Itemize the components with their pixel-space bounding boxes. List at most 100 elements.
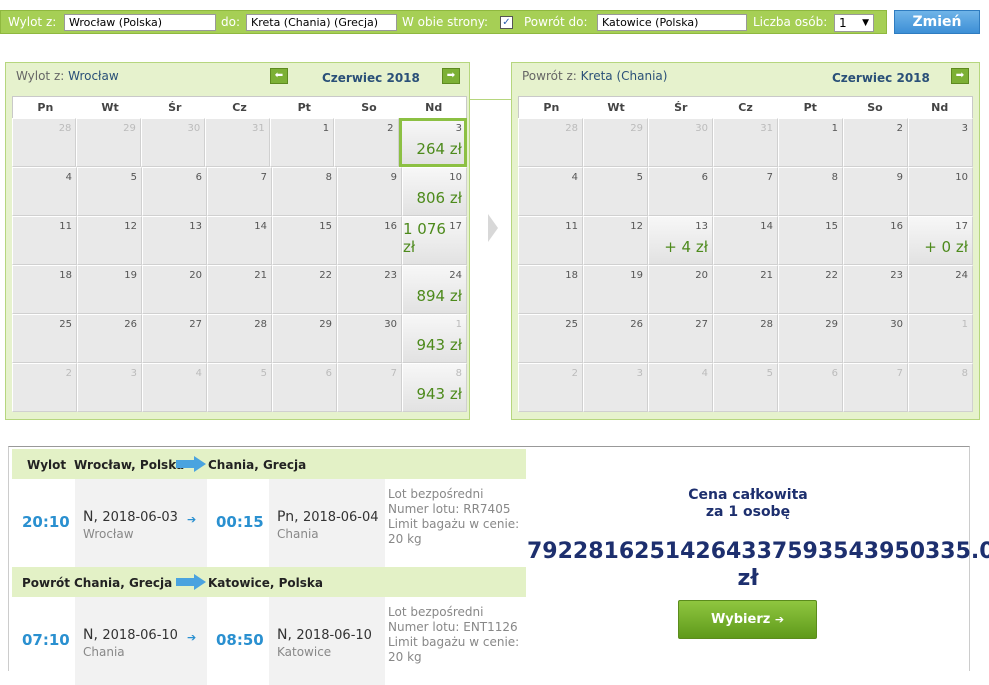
weekday-label: Cz	[232, 101, 247, 114]
day-number: 30	[187, 123, 201, 134]
prev-month-button[interactable]: ⬅	[270, 68, 288, 84]
leg-from: Wrocław, Polska	[74, 458, 185, 472]
calendar-day: 18	[518, 265, 583, 314]
calendar-day[interactable]: 10 806 zł	[402, 167, 467, 216]
day-number: 19	[630, 270, 643, 281]
arrow-right-icon	[176, 574, 206, 590]
calendar-day: 16	[843, 216, 908, 265]
choose-label: Wybierz	[710, 612, 771, 627]
weekday-label: So	[361, 101, 377, 114]
day-number: 20	[695, 270, 708, 281]
calendar-day[interactable]: 17 1 076 zł	[402, 216, 467, 265]
calendar-header: Wylot z: Wrocław ⬅ Czerwiec 2018 ➡	[6, 63, 469, 97]
calendar-day: 22	[272, 265, 337, 314]
calendar-day: 12	[583, 216, 648, 265]
day-number: 3	[636, 368, 643, 379]
calendar-day[interactable]: 3 264 zł	[398, 118, 467, 167]
title-city: Wrocław	[68, 69, 119, 83]
day-number: 18	[565, 270, 578, 281]
day-number: 31	[760, 123, 773, 134]
calendar-week: 2 3 4 5 6 7 8	[518, 363, 973, 412]
to-input[interactable]: Kreta (Chania) (Grecja)	[246, 14, 397, 31]
month-label: Czerwiec 2018	[322, 71, 420, 85]
day-number: 4	[65, 172, 72, 183]
weekday-label: Wt	[101, 101, 119, 114]
day-number: 30	[695, 123, 708, 134]
calendar-day: 27	[142, 314, 207, 363]
day-number: 24	[955, 270, 968, 281]
day-number: 8	[325, 172, 332, 183]
title-city: Kreta (Chania)	[580, 69, 668, 83]
arrival-date-value: 2018-06-10	[296, 628, 372, 643]
day-number: 5	[636, 172, 643, 183]
roundtrip-checkbox[interactable]: ✓	[500, 16, 513, 29]
calendar-week: 25 26 27 28 29 30 1 943 zł	[12, 314, 467, 363]
weekday-label: Pt	[297, 101, 311, 114]
calendar-day: 30	[648, 118, 713, 167]
day-price: 894 zł	[416, 287, 462, 305]
day-number: 4	[701, 368, 708, 379]
weekday-label: Nd	[425, 101, 443, 114]
calendar-day: 20	[142, 265, 207, 314]
day-number: 6	[701, 172, 708, 183]
day-number: 2	[65, 368, 72, 379]
calendar-day: 19	[77, 265, 142, 314]
calendar-day: 29	[778, 314, 843, 363]
chevron-down-icon: ▼	[862, 18, 869, 28]
pax-select[interactable]: 1 ▼	[834, 14, 874, 32]
calendar-day[interactable]: 13 + 4 zł	[648, 216, 713, 265]
calendar-day[interactable]: 17 + 0 zł	[908, 216, 973, 265]
arrival-date: N, 2018-06-10	[277, 627, 372, 643]
day-number: 18	[59, 270, 72, 281]
outbound-calendar-title: Wylot z: Wrocław	[16, 69, 119, 83]
day-price: + 0 zł	[924, 238, 968, 256]
day-number: 25	[565, 319, 578, 330]
weekday-label: Pn	[37, 101, 54, 114]
calendar-day: 3	[908, 118, 973, 167]
roundtrip-label: W obie strony:	[402, 15, 489, 29]
day-number: 1	[961, 319, 968, 330]
day-number: 3	[130, 368, 137, 379]
calendar-day: 4	[142, 363, 207, 412]
day-number: 25	[59, 319, 72, 330]
day-number: 26	[124, 319, 137, 330]
day-number: 29	[825, 319, 838, 330]
calendar-day: 2	[518, 363, 583, 412]
day-number: 11	[59, 221, 72, 232]
calendar-grid: Pn Wt Śr Cz Pt So Nd 28 29 30 31 1 2 3 264 zł 4 5 6 7 8 9 10 8…	[12, 96, 467, 412]
return-calendar: Powrót z: Kreta (Chania) Czerwiec 2018 ➡…	[511, 62, 980, 420]
departure-time: 07:10	[22, 631, 70, 649]
calendar-week: 18 19 20 21 22 23 24 894 zł	[12, 265, 467, 314]
choose-button[interactable]: Wybierz ➔	[678, 600, 817, 639]
calendar-day: 5	[207, 363, 272, 412]
day-number: 8	[831, 172, 838, 183]
calendar-day[interactable]: 8 943 zł	[402, 363, 467, 412]
change-button[interactable]: Zmień	[894, 10, 980, 34]
calendar-day: 8	[778, 167, 843, 216]
calendar-day: 11	[518, 216, 583, 265]
total-price: Cena całkowita za 1 osobę 79228162514264…	[527, 487, 989, 592]
total-amount: 79228162514264337593543950335.00 zł	[527, 539, 989, 591]
day-number: 14	[760, 221, 773, 232]
day-price: 943 zł	[416, 385, 462, 403]
calendar-day[interactable]: 24 894 zł	[402, 265, 467, 314]
calendar-day[interactable]: 1 943 zł	[402, 314, 467, 363]
calendar-day: 25	[12, 314, 77, 363]
next-month-button[interactable]: ➡	[951, 68, 969, 84]
day-price: 806 zł	[416, 189, 462, 207]
day-number: 9	[896, 172, 903, 183]
return-input[interactable]: Katowice (Polska)	[597, 14, 747, 31]
arrow-right-icon: ➔	[774, 613, 785, 626]
weekday-label: Nd	[931, 101, 949, 114]
day-number: 29	[630, 123, 643, 134]
calendar-day: 6	[778, 363, 843, 412]
calendar-week: 18 19 20 21 22 23 24	[518, 265, 973, 314]
day-price: + 4 zł	[664, 238, 708, 256]
day-number: 6	[325, 368, 332, 379]
day-number: 7	[390, 368, 397, 379]
calendar-day: 9	[337, 167, 402, 216]
day-number: 27	[695, 319, 708, 330]
from-input[interactable]: Wrocław (Polska)	[64, 14, 216, 31]
next-month-button[interactable]: ➡	[442, 68, 460, 84]
day-number: 10	[955, 172, 968, 183]
